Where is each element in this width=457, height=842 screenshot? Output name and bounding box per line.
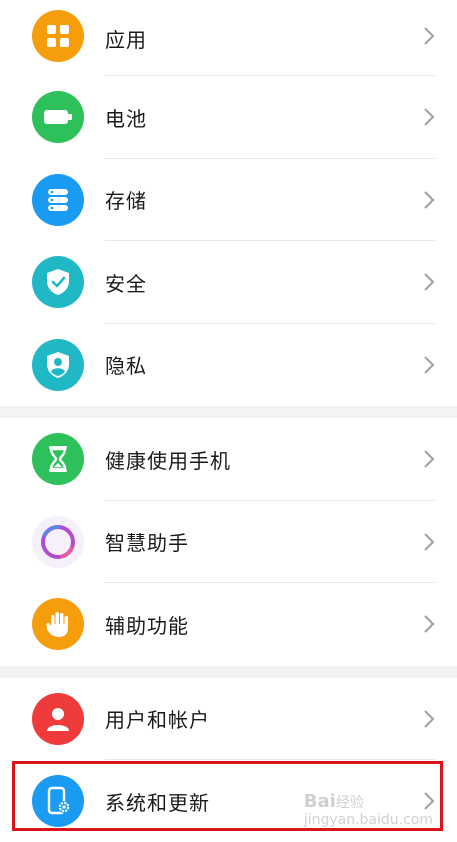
settings-item-smart-assistant[interactable]: 智慧助手 bbox=[0, 501, 457, 583]
hourglass-icon bbox=[32, 433, 84, 486]
settings-group-2: 健康使用手机 智慧助手 辅助功能 bbox=[0, 418, 457, 666]
settings-item-label: 应用 bbox=[105, 28, 147, 52]
settings-item-label: 用户和帐户 bbox=[105, 708, 210, 733]
chevron-right-icon bbox=[424, 792, 435, 810]
assistant-ring-icon bbox=[32, 515, 84, 568]
settings-item-label: 智慧助手 bbox=[105, 531, 189, 556]
settings-item-label: 安全 bbox=[105, 271, 147, 296]
settings-item-label: 系统和更新 bbox=[105, 790, 210, 815]
settings-item-battery[interactable]: 电池 bbox=[0, 76, 457, 159]
chevron-right-icon bbox=[424, 615, 435, 633]
settings-group-1: 应用 电池 存储 安全 隐私 bbox=[0, 0, 457, 406]
chevron-right-icon bbox=[424, 450, 435, 468]
chevron-right-icon bbox=[424, 27, 435, 45]
settings-item-users-accounts[interactable]: 用户和帐户 bbox=[0, 678, 457, 760]
settings-item-storage[interactable]: 存储 bbox=[0, 159, 457, 241]
chevron-right-icon bbox=[424, 356, 435, 374]
settings-item-label: 电池 bbox=[105, 106, 147, 131]
group-separator bbox=[0, 406, 457, 418]
settings-group-3: 用户和帐户 系统和更新 bbox=[0, 677, 457, 842]
storage-icon bbox=[32, 173, 84, 226]
settings-item-label: 隐私 bbox=[105, 354, 147, 379]
phone-gear-icon bbox=[32, 775, 84, 828]
user-icon bbox=[32, 692, 84, 745]
group-separator bbox=[0, 665, 457, 678]
chevron-right-icon bbox=[424, 533, 435, 551]
battery-icon bbox=[32, 91, 84, 144]
settings-item-accessibility[interactable]: 辅助功能 bbox=[0, 583, 457, 666]
privacy-shield-user-icon bbox=[32, 338, 84, 391]
settings-item-label: 存储 bbox=[105, 189, 147, 214]
apps-grid-icon bbox=[32, 10, 84, 62]
settings-item-label: 健康使用手机 bbox=[105, 448, 231, 473]
chevron-right-icon bbox=[424, 191, 435, 209]
settings-item-security[interactable]: 安全 bbox=[0, 241, 457, 324]
settings-item-apps[interactable]: 应用 bbox=[0, 0, 457, 76]
settings-item-digital-balance[interactable]: 健康使用手机 bbox=[0, 418, 457, 501]
chevron-right-icon bbox=[424, 108, 435, 126]
settings-item-system-update[interactable]: 系统和更新 bbox=[0, 760, 457, 842]
chevron-right-icon bbox=[424, 273, 435, 291]
chevron-right-icon bbox=[424, 710, 435, 728]
settings-item-label: 辅助功能 bbox=[105, 613, 189, 638]
hand-icon bbox=[32, 598, 84, 651]
security-shield-icon bbox=[32, 256, 84, 309]
settings-item-privacy[interactable]: 隐私 bbox=[0, 324, 457, 407]
